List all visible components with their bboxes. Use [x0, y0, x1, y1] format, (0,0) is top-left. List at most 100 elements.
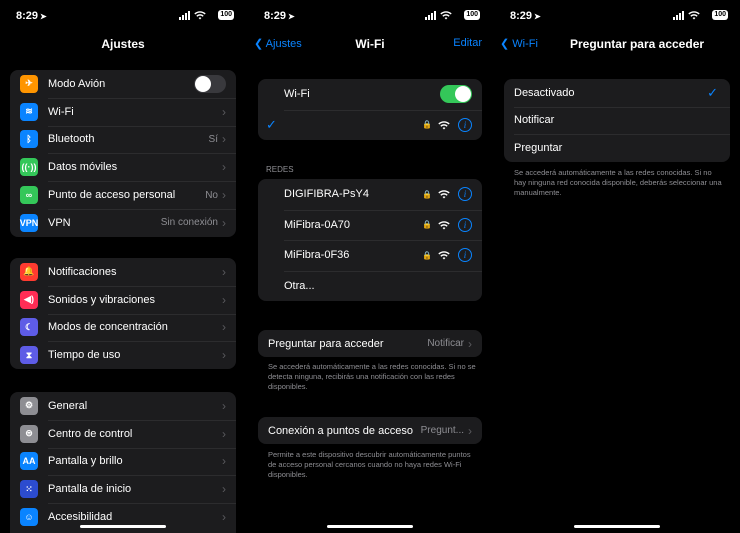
chevron-right-icon: › — [222, 482, 226, 497]
ask-to-join-value: Notificar — [427, 338, 464, 349]
ask-option-row[interactable]: Preguntar — [504, 134, 730, 162]
wifi-signal-icon — [438, 251, 450, 260]
chevron-right-icon: › — [222, 264, 226, 279]
ask-options-group: Desactivado ✓ Notificar Preguntar — [504, 79, 730, 162]
settings-group-notifications: 🔔 Notificaciones › ◀) Sonidos y vibraciones ›… — [10, 258, 236, 370]
hotspot-value: Pregunt... — [420, 425, 464, 436]
battery-icon: 100 — [218, 10, 234, 20]
settings-row-label: Pantalla de inicio — [48, 483, 132, 496]
location-arrow-icon: ➤ — [288, 12, 295, 21]
hotspot-row[interactable]: Conexión a puntos de acceso Pregunt... › — [258, 417, 482, 444]
chevron-right-icon: › — [222, 160, 226, 175]
settings-row[interactable]: ≋ Wi-Fi › — [10, 97, 236, 126]
settings-row-label: Centro de control — [48, 427, 133, 440]
ask-option-label: Desactivado — [514, 86, 575, 99]
chevron-right-icon: › — [468, 423, 472, 438]
edit-button[interactable]: Editar — [453, 37, 482, 49]
page-title: Ajustes — [101, 37, 145, 51]
settings-row[interactable]: ☾ Modos de concentración › — [10, 313, 236, 342]
network-row[interactable]: MiFibra-0F36 🔒 i — [258, 240, 482, 271]
location-arrow-icon: ➤ — [534, 12, 541, 21]
chevron-right-icon: › — [222, 426, 226, 441]
wifi-signal-icon — [438, 220, 450, 230]
settings-row[interactable]: 🔔 Notificaciones › — [10, 258, 236, 286]
settings-row[interactable]: ∞ Punto de acceso personal No › — [10, 181, 236, 209]
info-icon[interactable]: i — [458, 217, 472, 232]
settings-row-label: Notificaciones — [48, 265, 117, 278]
text-size-icon: AA — [20, 452, 38, 471]
other-network-label: Otra... — [284, 279, 315, 292]
chevron-right-icon: › — [222, 510, 226, 525]
speaker-icon: ◀) — [20, 290, 38, 309]
wifi-toggle-row: Wi-Fi — [258, 79, 482, 110]
wifi-toggle[interactable] — [440, 85, 472, 104]
settings-row[interactable]: ⚙ General › — [10, 392, 236, 420]
settings-row[interactable]: ◀) Sonidos y vibraciones › — [10, 285, 236, 314]
info-icon[interactable]: i — [458, 248, 472, 263]
location-arrow-icon: ➤ — [40, 12, 47, 21]
chevron-right-icon: › — [222, 132, 226, 147]
ask-option-row[interactable]: Desactivado ✓ — [504, 79, 730, 107]
lock-icon: 🔒 — [422, 189, 432, 199]
status-bar: 8:29 ➤ 100 — [248, 0, 492, 30]
status-time: 8:29 — [16, 10, 39, 22]
network-name: DIGIFIBRA-PsY4 — [284, 188, 369, 201]
vpn-icon: VPN — [20, 213, 38, 232]
settings-row[interactable]: ⊜ Centro de control › — [10, 419, 236, 448]
settings-row[interactable]: VPN VPN Sin conexión › — [10, 208, 236, 237]
settings-row-value: Sin conexión — [160, 217, 218, 229]
status-time: 8:29 — [264, 10, 287, 22]
settings-row-label: Datos móviles — [48, 161, 118, 174]
bell-icon: 🔔 — [20, 262, 38, 281]
wifi-icon: ≋ — [20, 102, 38, 121]
hotspot-group: Conexión a puntos de acceso Pregunt... › — [258, 417, 482, 444]
ask-option-row[interactable]: Notificar — [504, 106, 730, 135]
ask-to-join-row[interactable]: Preguntar para acceder Notificar › — [258, 330, 482, 357]
home-indicator[interactable] — [574, 525, 660, 528]
chevron-right-icon: › — [468, 336, 472, 351]
settings-row-label: Modo Avión — [48, 77, 106, 90]
grid-icon: ⁙ — [20, 480, 38, 499]
info-icon[interactable]: i — [458, 187, 472, 202]
wifi-toggle-label: Wi-Fi — [284, 88, 310, 101]
back-button[interactable]: ❮ Wi-Fi — [500, 37, 538, 50]
chevron-right-icon: › — [222, 188, 226, 203]
info-icon[interactable]: i — [458, 117, 472, 132]
connected-network-row[interactable]: ✓ 🔒 i — [258, 109, 482, 141]
settings-row[interactable]: ⧗ Tiempo de uso › — [10, 341, 236, 369]
network-name: MiFibra-0A70 — [284, 218, 351, 231]
wifi-signal-icon — [438, 120, 450, 130]
settings-row[interactable]: ((·)) Datos móviles › — [10, 153, 236, 181]
network-row[interactable]: MiFibra-0A70 🔒 i — [258, 209, 482, 241]
chevron-right-icon: › — [222, 348, 226, 363]
lock-icon: 🔒 — [422, 120, 432, 130]
ask-to-join-footer: Se accederá automáticamente a las redes … — [268, 362, 476, 391]
settings-row-label: VPN — [48, 216, 71, 229]
battery-icon: 100 — [712, 10, 728, 20]
networks-header: REDES — [266, 165, 294, 174]
settings-row[interactable]: ᛒ Bluetooth Sí › — [10, 125, 236, 154]
page-title: Preguntar para acceder — [569, 37, 705, 51]
settings-group-connectivity: ✈ Modo Avión ≋ Wi-Fi › ᛒ Bluetooth Sí › ((·)) Dato… — [10, 70, 236, 237]
status-time: 8:29 — [510, 10, 533, 22]
network-name: MiFibra-0F36 — [284, 249, 350, 262]
ask-to-join-label: Preguntar para acceder — [268, 337, 384, 350]
wifi-signal-icon — [438, 190, 450, 199]
settings-row-label: Modos de concentración — [48, 321, 168, 334]
wifi-status-icon — [688, 11, 700, 20]
hotspot-label: Conexión a puntos de acceso — [268, 424, 413, 437]
settings-row[interactable]: AA Pantalla y brillo › — [10, 447, 236, 476]
ask-footer: Se accederá automáticamente a las redes … — [514, 168, 722, 197]
home-indicator[interactable] — [80, 525, 166, 528]
networks-group: DIGIFIBRA-PsY4 🔒 i MiFibra-0A70 🔒 i MiFibra-0F… — [258, 179, 482, 301]
signal-icon — [425, 10, 437, 20]
settings-row[interactable]: ✈ Modo Avión — [10, 70, 236, 98]
other-network-row[interactable]: Otra... — [258, 270, 482, 302]
settings-row[interactable]: ⁙ Pantalla de inicio › — [10, 475, 236, 503]
airplane-mode-toggle[interactable] — [194, 74, 226, 93]
network-row[interactable]: DIGIFIBRA-PsY4 🔒 i — [258, 179, 482, 210]
home-indicator[interactable] — [327, 525, 413, 528]
chevron-right-icon: › — [222, 104, 226, 119]
status-bar: 8:29 ➤ 100 — [0, 0, 246, 30]
settings-row-label: Sonidos y vibraciones — [48, 293, 156, 306]
